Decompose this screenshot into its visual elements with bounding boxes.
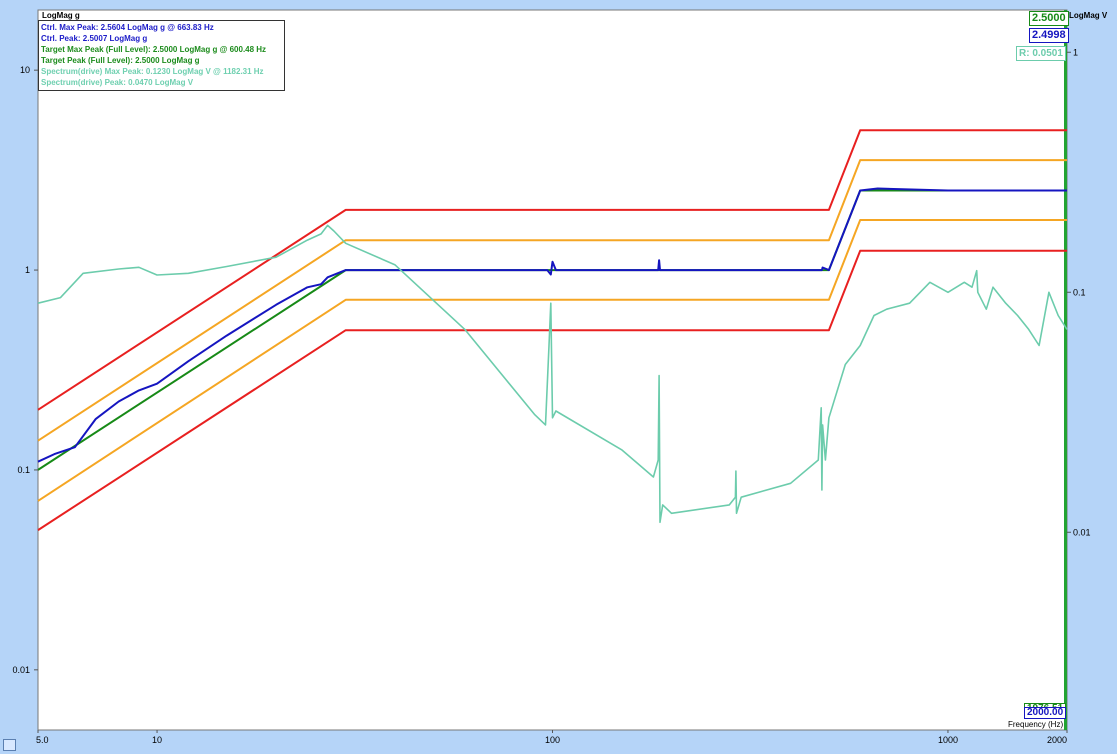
ctrl-readout: 2.4998 <box>1029 28 1069 43</box>
x-tick-label: 2000 <box>1047 735 1067 745</box>
right-axis-title: LogMag V <box>1069 11 1108 20</box>
left-axis-title: LogMag g <box>42 11 80 20</box>
plot-frame: 10 1 0.1 0.01 1 0.1 0.01 5.0 10 100 1000 2000 LogMa… <box>0 0 1117 754</box>
x-axis-title: Frequency (Hz) <box>1008 720 1064 729</box>
x-tick-label: 1000 <box>938 735 958 745</box>
legend-drive-peak: Spectrum(drive) Peak: 0.0470 LogMag V <box>41 78 194 87</box>
ratio-readout: R: 0.0501 <box>1016 46 1066 61</box>
freq-readout-bottom: 2000.00 <box>1024 707 1067 719</box>
legend-drive-max-peak: Spectrum(drive) Max Peak: 0.1230 LogMag … <box>41 67 264 76</box>
chart-canvas[interactable]: 10 1 0.1 0.01 1 0.1 0.01 5.0 10 100 1000 2000 <box>0 0 1117 754</box>
y2-tick-label: 0.1 <box>1073 287 1086 297</box>
y-tick-label: 1 <box>25 265 30 275</box>
legend-target-max-peak: Target Max Peak (Full Level): 2.5000 Log… <box>41 45 267 54</box>
x-tick-label: 10 <box>152 735 162 745</box>
target-readout: 2.5000 <box>1029 11 1069 26</box>
y-tick-label: 10 <box>20 65 30 75</box>
right-marker-bar <box>1064 10 1067 730</box>
legend-ctrl-peak: Ctrl. Peak: 2.5007 LogMag g <box>41 34 148 43</box>
chart-icon[interactable] <box>3 739 16 751</box>
legend-target-peak: Target Peak (Full Level): 2.5000 LogMag … <box>41 56 200 65</box>
y2-tick-label: 0.01 <box>1073 527 1091 537</box>
y-tick-label: 0.1 <box>17 465 30 475</box>
x-tick-label: 5.0 <box>36 735 49 745</box>
legend-ctrl-max-peak: Ctrl. Max Peak: 2.5604 LogMag g @ 663.83… <box>41 23 214 32</box>
x-tick-label: 100 <box>545 735 560 745</box>
y2-tick-label: 1 <box>1073 47 1078 57</box>
legend: Ctrl. Max Peak: 2.5604 LogMag g @ 663.83… <box>38 20 285 91</box>
y-tick-label: 0.01 <box>12 665 30 675</box>
